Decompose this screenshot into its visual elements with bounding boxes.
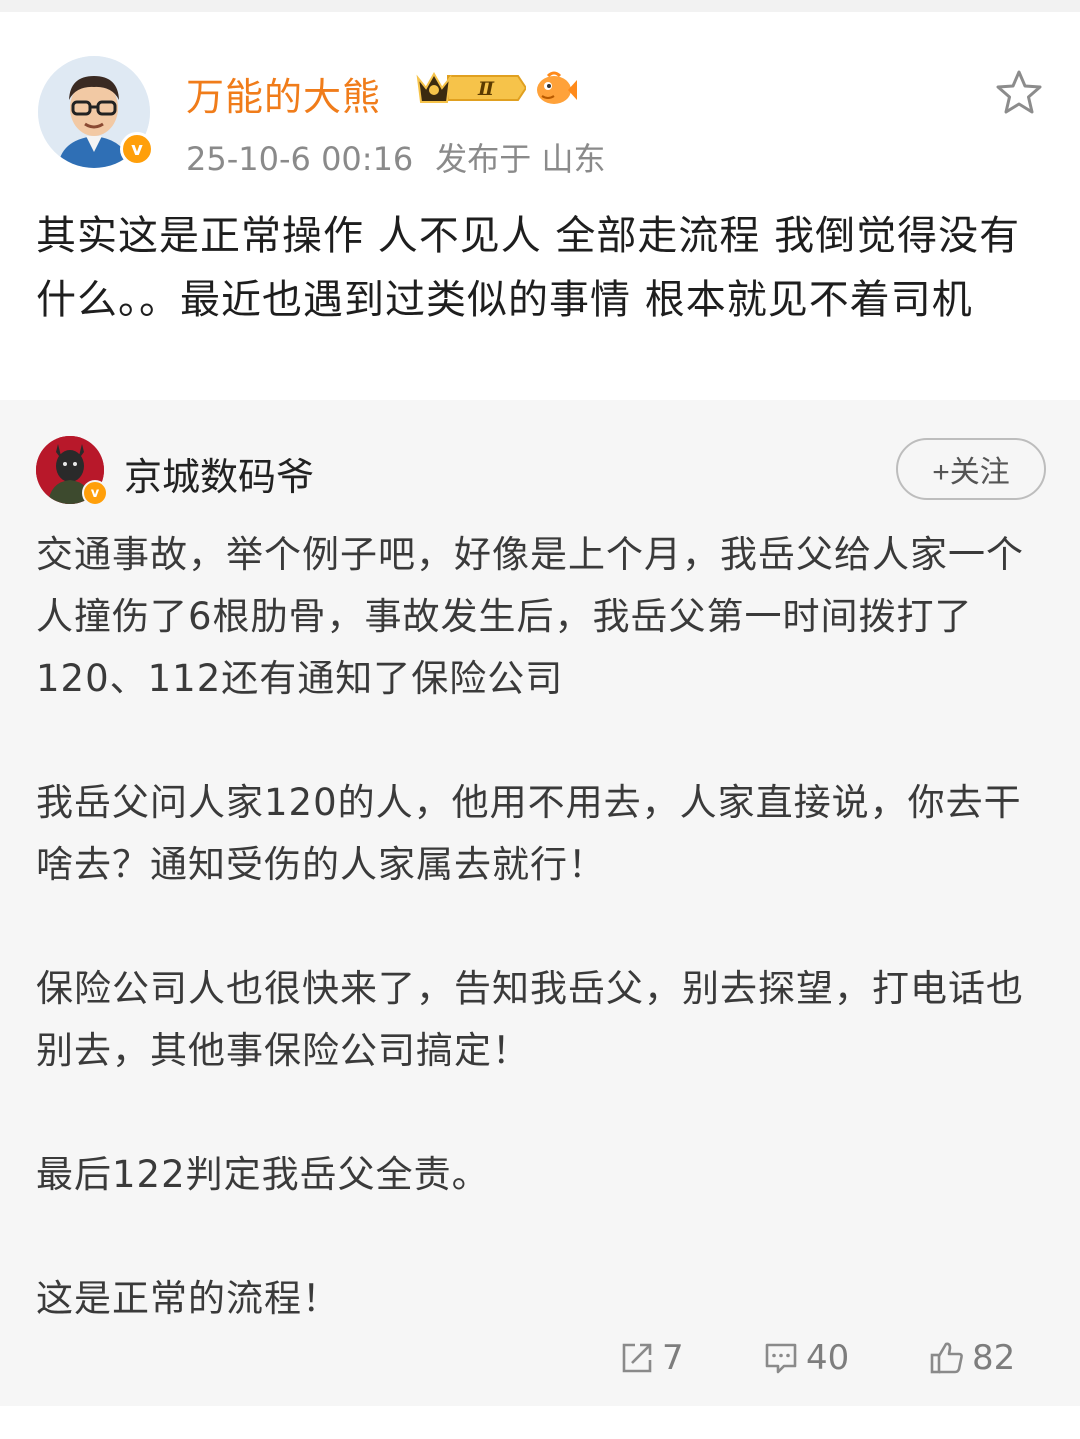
level-badge-text: Ⅱ <box>477 78 495 100</box>
post-author-name[interactable]: 万能的大熊 <box>186 66 381 121</box>
quoted-repost[interactable]: v 京城数码爷 +关注 交通事故，举个例子吧，好像是上个月，我岳父给人家一个人撞… <box>0 400 1080 1406</box>
comment-count: 40 <box>806 1338 850 1378</box>
quoted-author-name[interactable]: 京城数码爷 <box>124 446 314 501</box>
like-icon <box>930 1342 963 1374</box>
quoted-author-avatar[interactable]: v <box>36 436 108 506</box>
quoted-body: 交通事故，举个例子吧，好像是上个月，我岳父给人家一个人撞伤了6根肋骨，事故发生后… <box>36 524 1046 1330</box>
author-avatar[interactable]: v <box>38 56 154 168</box>
repost-button[interactable]: 7 <box>618 1334 684 1382</box>
action-bar: 7 40 82 <box>0 1330 1080 1386</box>
main-post: v 万能的大熊 Ⅱ 25-10-6 00:16 发布于 山东 其实这是正常操作 … <box>0 12 1080 400</box>
quoted-paragraph: 我岳父问人家120的人，他用不用去，人家直接说，你去干啥去？通知受伤的人家属去就… <box>36 781 1022 886</box>
weibo-post-page: v 万能的大熊 Ⅱ 25-10-6 00:16 发布于 山东 其实这是正常操作 … <box>0 0 1080 1439</box>
post-timestamp: 25-10-6 00:16 <box>186 140 414 178</box>
quoted-paragraph: 最后122判定我岳父全责。 <box>36 1153 490 1196</box>
like-count: 82 <box>972 1338 1016 1378</box>
crown-badge-icon[interactable]: Ⅱ <box>414 68 528 108</box>
repost-count: 7 <box>662 1338 684 1378</box>
star-icon <box>996 70 1042 114</box>
quoted-paragraph: 保险公司人也很快来了，告知我岳父，别去探望，打电话也别去，其他事保险公司搞定！ <box>36 967 1024 1072</box>
quoted-paragraph: 这是正常的流程！ <box>36 1277 340 1320</box>
post-location: 发布于 山东 <box>435 140 606 178</box>
post-body-text: 其实这是正常操作 人不见人 全部走流程 我倒觉得没有什么。。最近也遇到过类似的事… <box>36 213 1021 323</box>
favorite-star-button[interactable] <box>994 68 1044 118</box>
like-button[interactable]: 82 <box>928 1334 1015 1382</box>
quoted-verified-badge-icon: v <box>82 480 108 506</box>
verified-badge-icon: v <box>120 132 154 166</box>
follow-button[interactable]: +关注 <box>896 438 1046 500</box>
fish-badge-icon[interactable] <box>534 66 578 110</box>
quoted-paragraph: 交通事故，举个例子吧，好像是上个月，我岳父给人家一个人撞伤了6根肋骨，事故发生后… <box>36 533 1024 700</box>
post-meta: 25-10-6 00:16 发布于 山东 <box>186 134 605 180</box>
top-divider <box>0 0 1080 12</box>
comment-button[interactable]: 40 <box>762 1334 849 1382</box>
comment-icon <box>765 1343 797 1374</box>
repost-icon <box>622 1343 652 1373</box>
bottom-spacer <box>0 1406 1080 1439</box>
